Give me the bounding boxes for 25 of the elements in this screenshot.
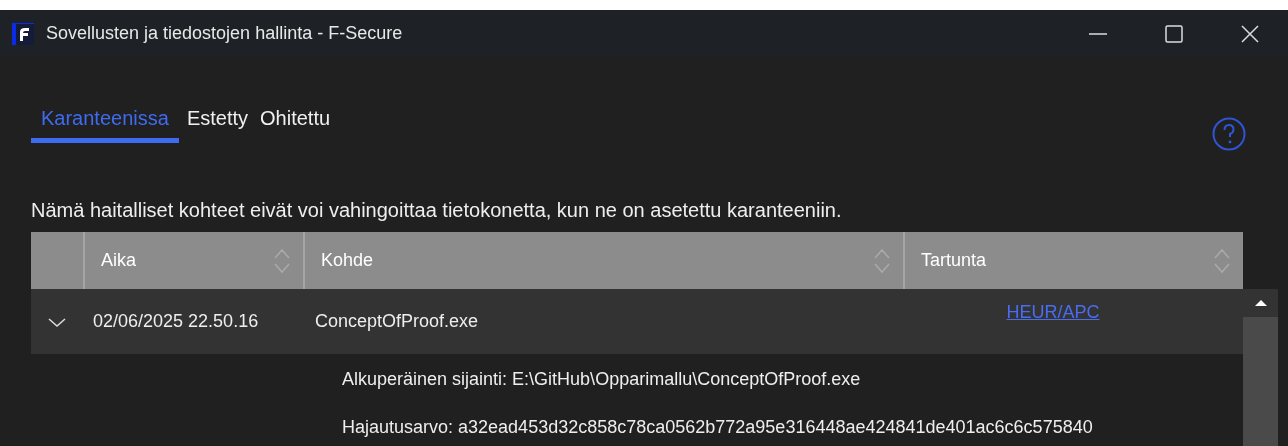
help-icon[interactable] [1212,117,1246,151]
column-header[interactable]: Aika [83,232,303,289]
column-label: Aika [101,250,136,271]
detail-text: Hajautusarvo: a32ead453d32c858c78ca0562b772a95e316448ae424841de401ac6c6c575840 [342,417,1094,438]
infection-link[interactable]: HEUR/APC [1006,302,1100,323]
tab[interactable]: Ohitettu [256,107,335,143]
column-header[interactable]: Tartunta [903,232,1243,289]
column-header[interactable]: Kohde [303,232,903,289]
column-label: Tartunta [921,250,987,271]
tab[interactable]: Estetty [182,107,252,143]
detail-text: Alkuperäinen sijainti: E:\GitHub\Opparimallu\ConceptOfProof.exe [342,369,862,390]
maximize-icon [1164,23,1184,44]
close-icon [1240,23,1260,44]
chevron-down-icon [48,315,66,328]
description-text: Nämä haitalliset kohteet eivät voi vahingoittaa tietokonetta, kun ne on asetettu karanteeniin. [31,199,843,223]
table-cell: ConceptOfProof.exe [303,289,903,354]
app-logo-icon [12,22,34,45]
tab[interactable]: Karanteenissa [31,107,179,143]
scrollbar[interactable] [1243,289,1278,446]
minimize-icon [1088,32,1108,35]
header-cell [31,232,83,289]
column-label: Kohde [321,250,374,271]
scroll-up-icon[interactable] [1253,298,1268,308]
table-cell: 02/06/2025 22.50.16 [83,289,303,354]
window-title: Sovellusten ja tiedostojen hallinta - F-Secure [46,23,404,44]
